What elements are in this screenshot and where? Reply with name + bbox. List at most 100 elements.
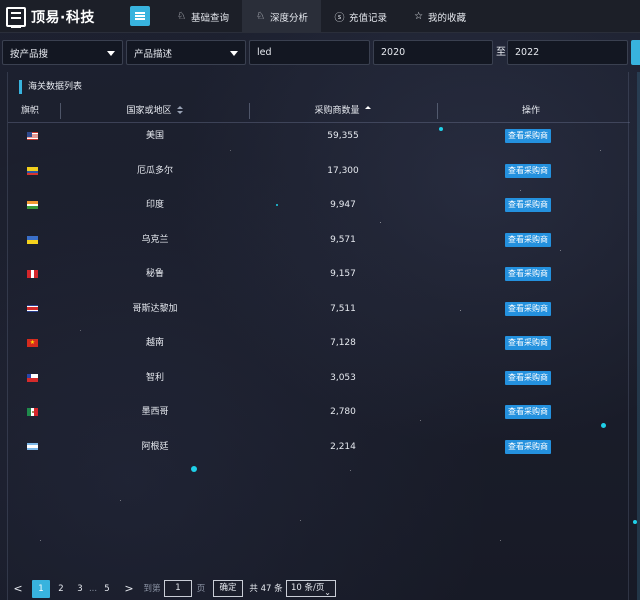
table-row: 阿根廷 2,214 查看采购商 (8, 434, 630, 469)
total-count: 共 47 条 (249, 584, 283, 594)
page-size-select[interactable]: 10 条/页 ⌄ (286, 580, 336, 597)
search-button[interactable] (631, 40, 640, 65)
year-from-input[interactable]: 2020 (373, 40, 493, 65)
view-buyers-button[interactable]: 查看采购商 (505, 129, 551, 143)
nav-item-recharge-records[interactable]: ⓢ 充值记录 (321, 0, 400, 33)
buyer-count-cell: 2,780 (330, 407, 356, 417)
country-cell: 乌克兰 (141, 234, 169, 245)
table-row: ★ 越南 7,128 查看采购商 (8, 330, 630, 365)
buyer-count-cell: 9,571 (330, 234, 356, 245)
page-5-button[interactable]: 5 (98, 580, 116, 598)
table-row: 秘鲁 9,157 查看采购商 (8, 261, 630, 296)
view-buyers-button[interactable]: 查看采购商 (505, 232, 551, 247)
sort-icon[interactable] (176, 106, 184, 115)
view-buyers-button[interactable]: 查看采购商 (505, 336, 551, 350)
header-buyer-count[interactable]: 采购商数量 (249, 99, 437, 123)
table-row: 美国 59,355 查看采购商 (8, 123, 630, 158)
chevron-down-icon: ⌄ (324, 588, 331, 597)
view-buyers-button[interactable]: 查看采购商 (505, 198, 551, 212)
select-value: 10 条/页 (291, 583, 325, 593)
buyer-count-cell: 2,214 (330, 441, 356, 452)
nav-item-label: 我的收藏 (428, 12, 467, 24)
buyer-count-cell: 17,300 (327, 165, 359, 176)
goto-page-input[interactable]: 1 (164, 580, 192, 597)
buyer-count-cell: 59,355 (327, 131, 359, 141)
input-value: led (257, 47, 272, 58)
keyword-input[interactable]: led (249, 40, 370, 65)
range-to-label: 至 (496, 47, 506, 58)
table-row: 哥斯达黎加 7,511 查看采购商 (8, 296, 630, 331)
nav-item-my-favorites[interactable]: ☆ 我的收藏 (400, 0, 479, 33)
country-cell: 智利 (145, 372, 164, 383)
nav-item-deep-analysis[interactable]: ♘ 深度分析 (242, 0, 322, 33)
search-field-select[interactable]: 产品描述 (126, 40, 246, 65)
country-cell: 墨西哥 (141, 407, 169, 417)
nav-item-label: 充值记录 (349, 12, 388, 24)
header-label: 国家或地区 (126, 106, 172, 116)
table-row: 乌克兰 9,571 查看采购商 (8, 227, 630, 262)
page-1-button[interactable]: 1 (32, 580, 50, 598)
buyer-count-cell: 7,128 (330, 338, 356, 348)
flag-icon-cr (27, 304, 38, 313)
customs-data-panel: 海关数据列表 旗帜 国家或地区 采购商数量 操作 美国 59,355 查看采购商 厄瓜… (7, 72, 630, 600)
header-flag: 旗帜 (20, 106, 39, 116)
chevron-down-icon (230, 51, 238, 56)
buyer-count-cell: 9,157 (330, 269, 356, 279)
select-value: 产品描述 (134, 48, 173, 60)
country-cell: 哥斯达黎加 (132, 303, 178, 314)
view-buyers-button[interactable]: 查看采购商 (505, 163, 551, 178)
table-row: 智利 3,053 查看采购商 (8, 365, 630, 400)
country-cell: 美国 (145, 131, 164, 141)
country-cell: 印度 (145, 200, 164, 210)
flag-icon-pe (27, 270, 38, 278)
fox-icon: ♘ (177, 11, 186, 22)
view-buyers-button[interactable]: 查看采购商 (505, 301, 551, 316)
table-row: 厄瓜多尔 17,300 查看采购商 (8, 158, 630, 193)
logo[interactable]: 顶易·科技 (6, 6, 95, 28)
table-row: 印度 9,947 查看采购商 (8, 192, 630, 227)
country-cell: 秘鲁 (145, 269, 164, 279)
search-bar: 按产品搜 产品描述 led 2020 至 2022 (0, 40, 640, 65)
view-buyers-button[interactable]: 查看采购商 (505, 405, 551, 419)
flag-icon-us (27, 132, 38, 140)
buyer-count-cell: 7,511 (330, 303, 356, 314)
view-buyers-button[interactable]: 查看采购商 (505, 370, 551, 385)
prev-page-button[interactable]: < (11, 580, 25, 598)
nav-item-label: 基础查询 (191, 12, 230, 24)
table-row: 墨西哥 2,780 查看采购商 (8, 399, 630, 434)
flag-icon-ec (27, 166, 38, 175)
buyer-count-cell: 9,947 (330, 200, 356, 210)
table-header: 旗帜 国家或地区 采购商数量 操作 (8, 99, 630, 123)
chevron-down-icon (107, 51, 115, 56)
country-cell: 厄瓜多尔 (136, 165, 173, 176)
header-country[interactable]: 国家或地区 (60, 99, 250, 123)
flag-icon-mx (27, 408, 38, 416)
sort-ascending-icon[interactable] (364, 106, 372, 115)
input-value: 2022 (515, 47, 540, 58)
goto-label: 到第 (143, 584, 161, 594)
hamburger-icon (135, 15, 145, 17)
star-icon: ☆ (414, 11, 424, 22)
fox-icon: ♘ (256, 11, 265, 22)
flag-icon-cl (27, 373, 38, 382)
pagination: < 1 2 3 ... 5 > 到第 1 页 确定 共 47 条 10 条/页 … (0, 580, 640, 600)
country-cell: 越南 (145, 338, 164, 348)
buyer-count-cell: 3,053 (330, 372, 356, 383)
page-2-button[interactable]: 2 (52, 580, 70, 598)
main-nav: ♘ 基础查询 ♘ 深度分析 ⓢ 充值记录 ☆ 我的收藏 (163, 0, 479, 33)
logo-text: 顶易·科技 (31, 10, 95, 26)
flag-icon-vn: ★ (27, 339, 38, 347)
logo-icon (6, 7, 26, 28)
flag-icon-in (27, 201, 38, 209)
table-body: 美国 59,355 查看采购商 厄瓜多尔 17,300 查看采购商 印度 9,947 查看采购商… (8, 123, 630, 468)
search-mode-select[interactable]: 按产品搜 (2, 40, 123, 65)
top-navbar: 顶易·科技 ♘ 基础查询 ♘ 深度分析 ⓢ 充值记录 ☆ 我的收藏 (0, 0, 640, 33)
view-buyers-button[interactable]: 查看采购商 (505, 439, 551, 454)
nav-item-basic-query[interactable]: ♘ 基础查询 (163, 0, 242, 33)
goto-confirm-button[interactable]: 确定 (213, 580, 243, 597)
nav-item-label: 深度分析 (270, 12, 309, 24)
menu-toggle-button[interactable] (130, 6, 150, 26)
year-to-input[interactable]: 2022 (507, 40, 628, 65)
view-buyers-button[interactable]: 查看采购商 (505, 267, 551, 281)
next-page-button[interactable]: > (122, 580, 136, 598)
